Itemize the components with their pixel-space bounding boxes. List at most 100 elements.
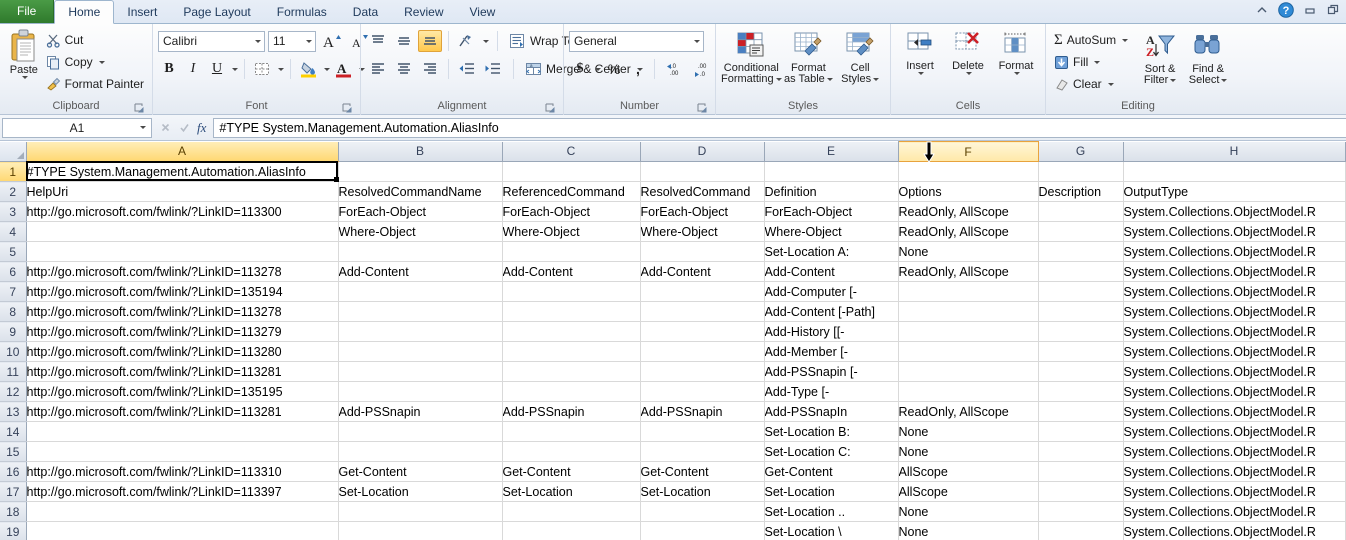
cell-A10[interactable]: http://go.microsoft.com/fwlink/?LinkID=1…: [26, 341, 339, 362]
column-header-e[interactable]: E: [764, 141, 899, 162]
cell-E6[interactable]: Add-Content: [764, 261, 899, 282]
fill-color-button[interactable]: [297, 58, 320, 80]
cell-G12[interactable]: [1038, 381, 1124, 402]
cell-F14[interactable]: None: [898, 421, 1039, 442]
borders-dropdown-icon[interactable]: [278, 67, 284, 71]
cell-F6[interactable]: ReadOnly, AllScope: [898, 261, 1039, 282]
cell-A4[interactable]: [26, 221, 339, 242]
cell-B13[interactable]: Add-PSSnapin: [338, 401, 503, 422]
cell-H9[interactable]: System.Collections.ObjectModel.R: [1123, 321, 1346, 342]
cell-F10[interactable]: [898, 341, 1039, 362]
cell-A2[interactable]: HelpUri: [26, 181, 339, 202]
cell-E7[interactable]: Add-Computer [-: [764, 281, 899, 302]
cell-D2[interactable]: ResolvedCommand: [640, 181, 765, 202]
cell-G6[interactable]: [1038, 261, 1124, 282]
row-header-9[interactable]: 9: [0, 321, 27, 342]
paste-dropdown-icon[interactable]: [21, 76, 28, 79]
paste-button[interactable]: Paste: [5, 27, 43, 79]
cell-B8[interactable]: [338, 301, 503, 322]
row-header-16[interactable]: 16: [0, 461, 27, 482]
clear-button[interactable]: Clear: [1051, 74, 1131, 94]
tab-insert[interactable]: Insert: [114, 1, 170, 23]
cell-G10[interactable]: [1038, 341, 1124, 362]
cell-D10[interactable]: [640, 341, 765, 362]
cell-F1[interactable]: [898, 161, 1039, 182]
row-header-5[interactable]: 5: [0, 241, 27, 262]
cell-H12[interactable]: System.Collections.ObjectModel.R: [1123, 381, 1346, 402]
cell-E14[interactable]: Set-Location B:: [764, 421, 899, 442]
tab-page-layout[interactable]: Page Layout: [170, 1, 263, 23]
row-header-8[interactable]: 8: [0, 301, 27, 322]
row-header-6[interactable]: 6: [0, 261, 27, 282]
cell-G14[interactable]: [1038, 421, 1124, 442]
align-center-button[interactable]: [392, 58, 416, 80]
conditional-formatting-button[interactable]: Conditional Formatting: [721, 29, 782, 85]
cell-H4[interactable]: System.Collections.ObjectModel.R: [1123, 221, 1346, 242]
insert-cells-button[interactable]: Insert: [897, 29, 943, 75]
cell-D14[interactable]: [640, 421, 765, 442]
cell-F17[interactable]: AllScope: [898, 481, 1039, 502]
help-icon[interactable]: ?: [1278, 2, 1294, 18]
number-dialog-launcher-icon[interactable]: [697, 103, 708, 114]
cell-E1[interactable]: [764, 161, 899, 182]
cell-C19[interactable]: [502, 521, 641, 540]
cell-G13[interactable]: [1038, 401, 1124, 422]
cell-G5[interactable]: [1038, 241, 1124, 262]
copy-button[interactable]: Copy: [43, 52, 147, 72]
cell-G7[interactable]: [1038, 281, 1124, 302]
borders-button[interactable]: [251, 58, 274, 80]
cell-C1[interactable]: [502, 161, 641, 182]
cell-G15[interactable]: [1038, 441, 1124, 462]
cell-G8[interactable]: [1038, 301, 1124, 322]
cell-B12[interactable]: [338, 381, 503, 402]
cell-H19[interactable]: System.Collections.ObjectModel.R: [1123, 521, 1346, 540]
decrease-decimal-button[interactable]: .00 .0: [688, 58, 714, 80]
cell-H6[interactable]: System.Collections.ObjectModel.R: [1123, 261, 1346, 282]
cell-B4[interactable]: Where-Object: [338, 221, 503, 242]
cell-B10[interactable]: [338, 341, 503, 362]
cell-H7[interactable]: System.Collections.ObjectModel.R: [1123, 281, 1346, 302]
row-header-10[interactable]: 10: [0, 341, 27, 362]
cell-C3[interactable]: ForEach-Object: [502, 201, 641, 222]
cell-G4[interactable]: [1038, 221, 1124, 242]
cell-A3[interactable]: http://go.microsoft.com/fwlink/?LinkID=1…: [26, 201, 339, 222]
cell-D3[interactable]: ForEach-Object: [640, 201, 765, 222]
align-middle-button[interactable]: [392, 30, 416, 52]
font-color-button[interactable]: A: [332, 58, 355, 80]
cell-G18[interactable]: [1038, 501, 1124, 522]
cell-A14[interactable]: [26, 421, 339, 442]
cell-D1[interactable]: [640, 161, 765, 182]
sort-filter-button[interactable]: A Z Sort & Filter: [1137, 30, 1183, 86]
row-header-12[interactable]: 12: [0, 381, 27, 402]
cell-A16[interactable]: http://go.microsoft.com/fwlink/?LinkID=1…: [26, 461, 339, 482]
restore-window-icon[interactable]: [1326, 3, 1340, 17]
cell-B16[interactable]: Get-Content: [338, 461, 503, 482]
number-format-dropdown-icon[interactable]: [694, 39, 700, 43]
cell-C15[interactable]: [502, 441, 641, 462]
tab-file[interactable]: File: [0, 0, 55, 23]
font-name-dropdown-icon[interactable]: [255, 39, 261, 43]
format-cells-button[interactable]: Format: [993, 29, 1039, 75]
cell-A6[interactable]: http://go.microsoft.com/fwlink/?LinkID=1…: [26, 261, 339, 282]
cell-H1[interactable]: [1123, 161, 1346, 182]
cell-H5[interactable]: System.Collections.ObjectModel.R: [1123, 241, 1346, 262]
font-size-dropdown-icon[interactable]: [306, 39, 312, 43]
autosum-dropdown-icon[interactable]: [1122, 38, 1129, 42]
cell-D4[interactable]: Where-Object: [640, 221, 765, 242]
format-as-table-dropdown-icon[interactable]: [826, 78, 833, 81]
row-header-7[interactable]: 7: [0, 281, 27, 302]
decrease-indent-button[interactable]: [455, 58, 479, 80]
increase-decimal-button[interactable]: .0 .00: [660, 58, 686, 80]
cell-D6[interactable]: Add-Content: [640, 261, 765, 282]
cell-B5[interactable]: [338, 241, 503, 262]
cell-A15[interactable]: [26, 441, 339, 462]
cell-A18[interactable]: [26, 501, 339, 522]
cell-F5[interactable]: None: [898, 241, 1039, 262]
row-header-19[interactable]: 19: [0, 521, 27, 540]
cell-D17[interactable]: Set-Location: [640, 481, 765, 502]
cell-B2[interactable]: ResolvedCommandName: [338, 181, 503, 202]
cell-C5[interactable]: [502, 241, 641, 262]
conditional-formatting-dropdown-icon[interactable]: [775, 78, 782, 81]
cell-H13[interactable]: System.Collections.ObjectModel.R: [1123, 401, 1346, 422]
cell-C2[interactable]: ReferencedCommand: [502, 181, 641, 202]
